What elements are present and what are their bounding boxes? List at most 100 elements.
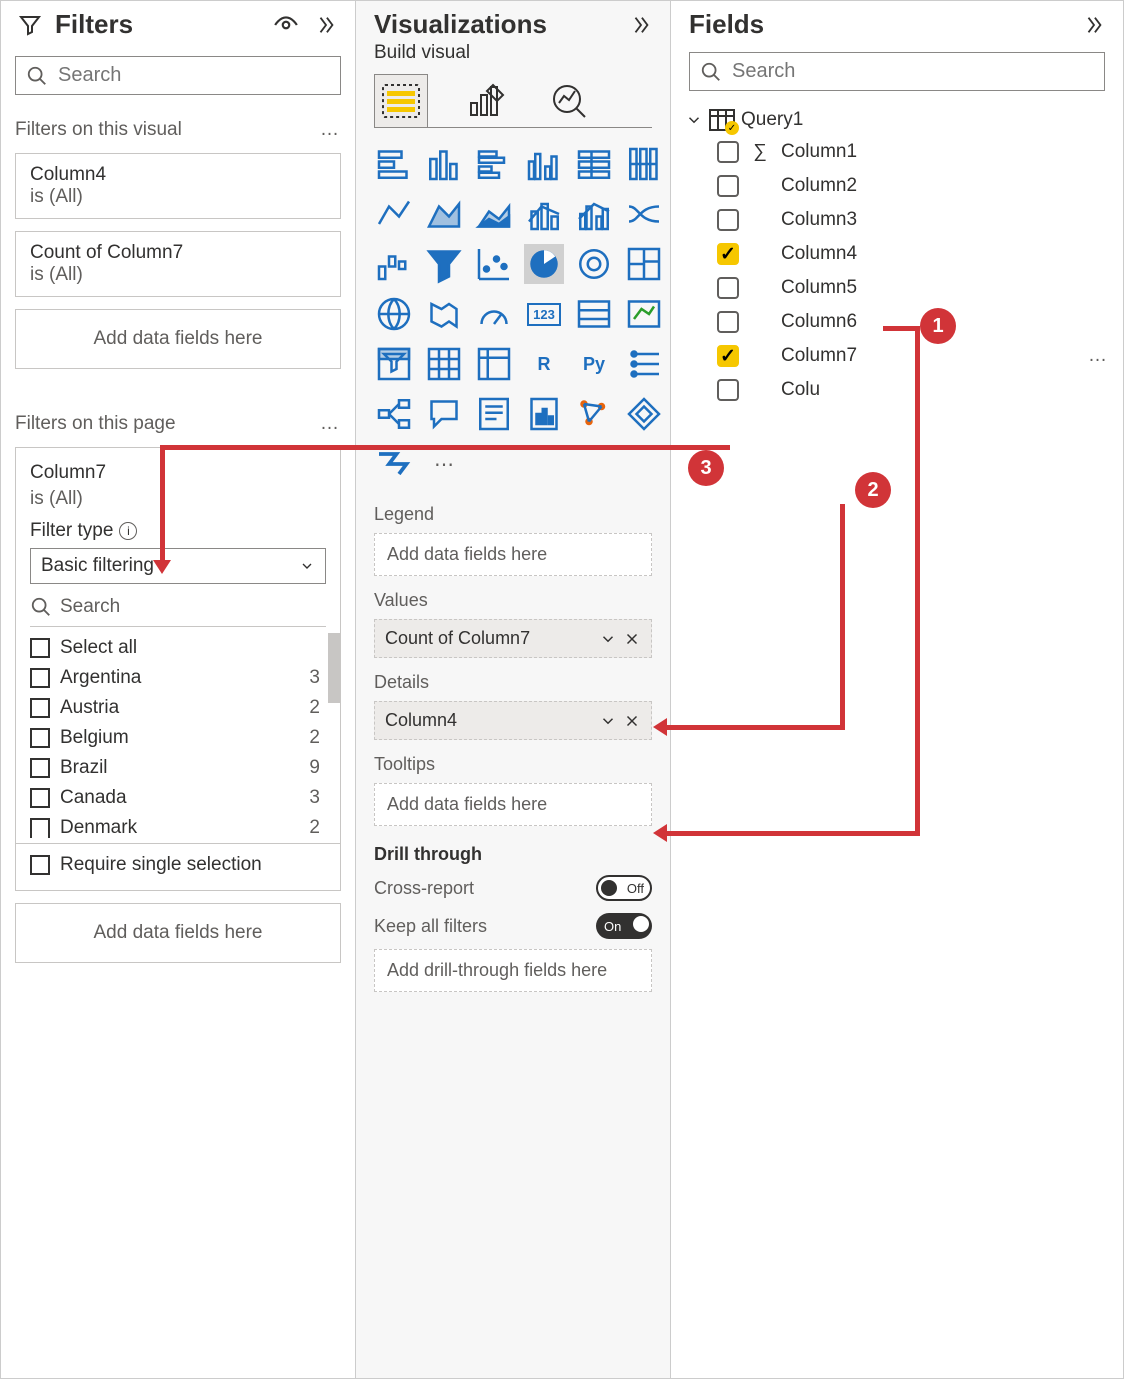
collapse-icon[interactable] — [1079, 10, 1109, 40]
field-checkbox[interactable]: ✓ — [717, 345, 739, 367]
filter-value-option[interactable]: Argentina3 — [16, 663, 340, 693]
page-filters-menu-icon[interactable]: … — [320, 413, 341, 435]
scrollbar-thumb[interactable] — [328, 633, 340, 703]
field-checkbox[interactable] — [717, 311, 739, 333]
viz-donut-icon[interactable] — [574, 244, 614, 284]
viz-kpi-icon[interactable] — [624, 294, 664, 334]
filter-type-select[interactable]: Basic filtering — [30, 548, 326, 584]
page-filter-card[interactable]: Column7 is (All) Filter type i Basic fil… — [15, 447, 341, 891]
viz-treemap-icon[interactable] — [624, 244, 664, 284]
filter-value-option[interactable]: Belgium2 — [16, 723, 340, 753]
field-checkbox[interactable] — [717, 175, 739, 197]
viz-stacked-column-icon[interactable] — [424, 144, 464, 184]
viz-more-icon[interactable]: ⋯ — [424, 444, 464, 484]
viz-map-icon[interactable] — [374, 294, 414, 334]
viz-r-icon[interactable]: R — [524, 344, 564, 384]
viz-pie-icon[interactable] — [524, 244, 564, 284]
viz-python-icon[interactable]: Py — [574, 344, 614, 384]
viz-line-stacked-column-icon[interactable] — [524, 194, 564, 234]
viz-card-icon[interactable]: 123 — [524, 294, 564, 334]
chevron-down-icon[interactable] — [599, 630, 617, 648]
viz-stacked-bar-icon[interactable] — [374, 144, 414, 184]
viz-waterfall-icon[interactable] — [374, 244, 414, 284]
field-checkbox[interactable] — [717, 141, 739, 163]
viz-stacked-area-icon[interactable] — [474, 194, 514, 234]
viz-qa-icon[interactable] — [424, 394, 464, 434]
analytics-tab[interactable] — [542, 74, 596, 128]
field-checkbox[interactable] — [717, 379, 739, 401]
viz-100-stacked-bar-icon[interactable] — [574, 144, 614, 184]
details-pill[interactable]: Column4 — [374, 701, 652, 740]
field-item[interactable]: ✓ Column7 … — [685, 339, 1113, 373]
filters-search-input[interactable] — [56, 63, 330, 88]
viz-multirow-card-icon[interactable] — [574, 294, 614, 334]
viz-matrix-icon[interactable] — [474, 344, 514, 384]
filter-value-option[interactable]: Denmark2 — [16, 813, 340, 843]
fields-search-input[interactable] — [730, 59, 1094, 84]
search-icon — [30, 596, 52, 618]
fields-search[interactable] — [689, 52, 1105, 91]
viz-powerautomate-icon[interactable] — [374, 444, 414, 484]
filter-value-option[interactable]: Canada3 — [16, 783, 340, 813]
viz-table-icon[interactable] — [424, 344, 464, 384]
info-icon[interactable]: i — [119, 522, 137, 540]
field-item[interactable]: Column3 — [685, 203, 1113, 237]
visual-filter-card[interactable]: Column4 is (All) — [15, 153, 341, 219]
remove-icon[interactable] — [623, 712, 641, 730]
viz-line-icon[interactable] — [374, 194, 414, 234]
eye-icon[interactable] — [271, 10, 301, 40]
visual-filters-menu-icon[interactable]: … — [320, 119, 341, 141]
field-item[interactable]: Column6 — [685, 305, 1113, 339]
field-item[interactable]: Column2 — [685, 169, 1113, 203]
viz-decomposition-icon[interactable] — [374, 394, 414, 434]
filter-value-option[interactable]: Austria2 — [16, 693, 340, 723]
legend-well[interactable]: Add data fields here — [374, 533, 652, 576]
filter-value-option[interactable]: Select all — [16, 633, 340, 663]
field-checkbox[interactable] — [717, 209, 739, 231]
collapse-icon[interactable] — [626, 10, 656, 40]
viz-line-clustered-column-icon[interactable] — [574, 194, 614, 234]
values-pill[interactable]: Count of Column7 — [374, 619, 652, 658]
viz-scatter-icon[interactable] — [474, 244, 514, 284]
viz-appsource-icon[interactable] — [574, 394, 614, 434]
build-tab[interactable] — [374, 74, 428, 128]
visual-filter-card[interactable]: Count of Column7 is (All) — [15, 231, 341, 297]
field-item[interactable]: Colu — [685, 373, 1113, 407]
field-item[interactable]: ∑ Column1 — [685, 135, 1113, 169]
viz-powerapps-icon[interactable] — [624, 394, 664, 434]
require-single-checkbox[interactable] — [30, 855, 50, 875]
viz-100-stacked-column-icon[interactable] — [624, 144, 664, 184]
viz-smart-narrative-icon[interactable] — [474, 394, 514, 434]
viz-area-icon[interactable] — [424, 194, 464, 234]
page-filter-dropzone[interactable]: Add data fields here — [15, 903, 341, 963]
remove-icon[interactable] — [623, 630, 641, 648]
viz-key-influencers-icon[interactable] — [624, 344, 664, 384]
filters-pane: Filters Filters on this visual … Column4… — [1, 1, 356, 1378]
viz-clustered-bar-icon[interactable] — [474, 144, 514, 184]
viz-gauge-icon[interactable] — [474, 294, 514, 334]
viz-funnel-icon[interactable] — [424, 244, 464, 284]
filter-values-search[interactable]: Search — [30, 592, 326, 627]
collapse-icon[interactable] — [311, 10, 341, 40]
viz-slicer-icon[interactable] — [374, 344, 414, 384]
viz-paginated-icon[interactable] — [524, 394, 564, 434]
chevron-down-icon[interactable] — [599, 712, 617, 730]
cross-report-toggle[interactable]: Off — [596, 875, 652, 901]
drill-through-header: Drill through — [356, 830, 670, 869]
format-tab[interactable] — [458, 74, 512, 128]
field-item[interactable]: Column5 — [685, 271, 1113, 305]
viz-clustered-column-icon[interactable] — [524, 144, 564, 184]
field-menu-icon[interactable]: … — [1088, 345, 1109, 367]
field-checkbox[interactable]: ✓ — [717, 243, 739, 265]
viz-ribbon-icon[interactable] — [624, 194, 664, 234]
filters-search[interactable] — [15, 56, 341, 95]
viz-filled-map-icon[interactable] — [424, 294, 464, 334]
filter-value-option[interactable]: Brazil9 — [16, 753, 340, 783]
table-node[interactable]: ✓ Query1 — [685, 105, 1113, 135]
keep-all-filters-toggle[interactable]: On — [596, 913, 652, 939]
field-item[interactable]: ✓ Column4 — [685, 237, 1113, 271]
visual-filter-dropzone[interactable]: Add data fields here — [15, 309, 341, 369]
drill-through-well[interactable]: Add drill-through fields here — [374, 949, 652, 992]
field-checkbox[interactable] — [717, 277, 739, 299]
tooltips-well[interactable]: Add data fields here — [374, 783, 652, 826]
